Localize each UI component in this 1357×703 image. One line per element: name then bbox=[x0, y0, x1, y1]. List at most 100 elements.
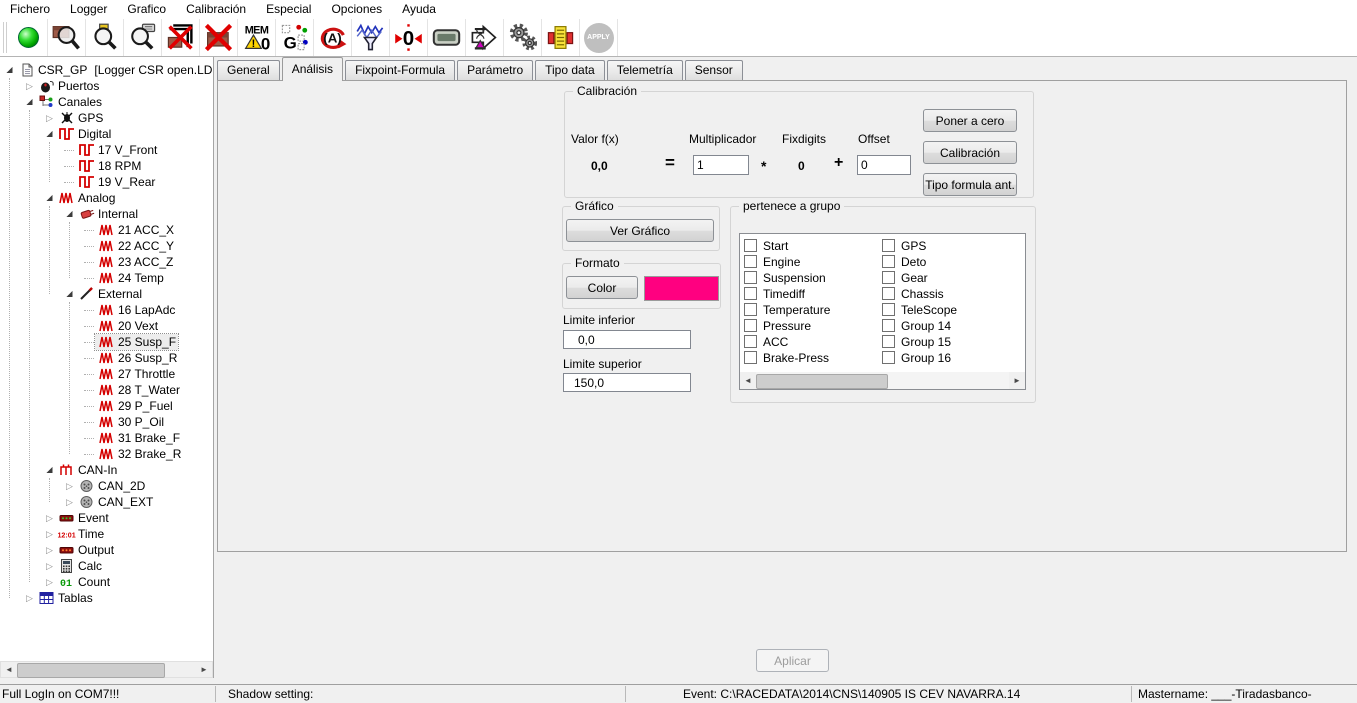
collapsed-arrow-icon[interactable]: ▷ bbox=[64, 478, 75, 494]
delete-logger-windows-icon[interactable] bbox=[162, 19, 200, 56]
tab-sensor[interactable]: Sensor bbox=[685, 60, 743, 80]
tree-row-25-susp-f[interactable]: 25 Susp_F bbox=[0, 334, 212, 350]
tab-fixpoint-formula[interactable]: Fixpoint-Formula bbox=[345, 60, 455, 80]
collapsed-arrow-icon[interactable]: ▷ bbox=[44, 542, 55, 558]
checkbox-engine[interactable] bbox=[744, 255, 757, 268]
tree-row-20-vext[interactable]: 20 Vext bbox=[0, 318, 212, 334]
expanded-arrow-icon[interactable]: ◢ bbox=[64, 286, 75, 302]
tree-item-time[interactable]: 12:01Time bbox=[55, 526, 106, 542]
expanded-arrow-icon[interactable]: ◢ bbox=[44, 126, 55, 142]
expanded-arrow-icon[interactable]: ◢ bbox=[24, 94, 35, 110]
tree-row-31-brake-f[interactable]: 31 Brake_F bbox=[0, 430, 212, 446]
tree-item-29-p-fuel[interactable]: 29 P_Fuel bbox=[95, 398, 175, 414]
tree-row-digital[interactable]: ◢Digital bbox=[0, 126, 212, 142]
measure-wait-icon[interactable] bbox=[466, 19, 504, 56]
tree-row-can-in[interactable]: ◢CAN-In bbox=[0, 462, 212, 478]
tree-item-24-temp[interactable]: 24 Temp bbox=[95, 270, 166, 286]
tree-row-19-v-rear[interactable]: 19 V_Rear bbox=[0, 174, 212, 190]
expanded-arrow-icon[interactable]: ◢ bbox=[44, 190, 55, 206]
calibracion-button[interactable]: Calibración bbox=[923, 141, 1017, 164]
tree-row-time[interactable]: ▷12:01Time bbox=[0, 526, 212, 542]
ver-grafico-button[interactable]: Ver Gráfico bbox=[566, 219, 714, 242]
expanded-arrow-icon[interactable]: ◢ bbox=[44, 462, 55, 478]
checkbox-deto[interactable] bbox=[882, 255, 895, 268]
tree-item-analog[interactable]: Analog bbox=[55, 190, 117, 206]
tree-item-can-in[interactable]: CAN-In bbox=[55, 462, 119, 478]
logger-online-icon[interactable] bbox=[10, 19, 48, 56]
tree-item-event[interactable]: Event bbox=[55, 510, 111, 526]
offset-input[interactable] bbox=[857, 155, 911, 175]
collapsed-arrow-icon[interactable]: ▷ bbox=[44, 510, 55, 526]
checkbox-telescope[interactable] bbox=[882, 303, 895, 316]
tree-row-external[interactable]: ◢External bbox=[0, 286, 212, 302]
tree-row-csr-gp[interactable]: ◢CSR_GP[Logger CSR open.LDD] bbox=[0, 62, 212, 78]
tree-item-27-throttle[interactable]: 27 Throttle bbox=[95, 366, 177, 382]
search-logger-icon[interactable] bbox=[48, 19, 86, 56]
checkbox-gps[interactable] bbox=[882, 239, 895, 252]
tree-row-gps[interactable]: ▷GPS bbox=[0, 110, 212, 126]
scroll-left-arrow-icon[interactable]: ◄ bbox=[740, 372, 756, 389]
color-swatch[interactable] bbox=[644, 276, 719, 301]
tree-row-analog[interactable]: ◢Analog bbox=[0, 190, 212, 206]
tree-item-can-ext[interactable]: CAN_EXT bbox=[75, 494, 155, 510]
tree-row-28-t-water[interactable]: 28 T_Water bbox=[0, 382, 212, 398]
checkbox-gear[interactable] bbox=[882, 271, 895, 284]
menu-opciones[interactable]: Opciones bbox=[321, 0, 392, 19]
tree-row-21-acc-x[interactable]: 21 ACC_X bbox=[0, 222, 212, 238]
tree-item-canales[interactable]: Canales bbox=[35, 94, 104, 110]
tab-parametro[interactable]: Parámetro bbox=[457, 60, 533, 80]
tree-row-22-acc-y[interactable]: 22 ACC_Y bbox=[0, 238, 212, 254]
tree-item-puertos[interactable]: Puertos bbox=[35, 78, 101, 94]
tree-item-26-susp-r[interactable]: 26 Susp_R bbox=[95, 350, 179, 366]
filter-channels-icon[interactable] bbox=[352, 19, 390, 56]
write-flash-icon[interactable] bbox=[542, 19, 580, 56]
checkbox-group-15[interactable] bbox=[882, 335, 895, 348]
checkbox-timediff[interactable] bbox=[744, 287, 757, 300]
tree-scrollbar-thumb[interactable] bbox=[17, 663, 165, 678]
menu-ayuda[interactable]: Ayuda bbox=[392, 0, 446, 19]
collapsed-arrow-icon[interactable]: ▷ bbox=[64, 494, 75, 510]
checkbox-brake-press[interactable] bbox=[744, 351, 757, 364]
tree-row-canales[interactable]: ◢Canales bbox=[0, 94, 212, 110]
tree-item-32-brake-r[interactable]: 32 Brake_R bbox=[95, 446, 183, 462]
tree-item-31-brake-f[interactable]: 31 Brake_F bbox=[95, 430, 182, 446]
collapsed-arrow-icon[interactable]: ▷ bbox=[44, 526, 55, 542]
display-config-icon[interactable] bbox=[428, 19, 466, 56]
tree-item-external[interactable]: External bbox=[75, 286, 144, 302]
tree-row-23-acc-z[interactable]: 23 ACC_Z bbox=[0, 254, 212, 270]
tree-item-can-2d[interactable]: CAN_2D bbox=[75, 478, 147, 494]
checkbox-acc[interactable] bbox=[744, 335, 757, 348]
tree-item-20-vext[interactable]: 20 Vext bbox=[95, 318, 160, 334]
menu-calibracion[interactable]: Calibración bbox=[176, 0, 256, 19]
checkbox-temperature[interactable] bbox=[744, 303, 757, 316]
tree-row-can-2d[interactable]: ▷CAN_2D bbox=[0, 478, 212, 494]
disconnect-logger-icon[interactable] bbox=[200, 19, 238, 56]
collapsed-arrow-icon[interactable]: ▷ bbox=[24, 590, 35, 606]
tree-item-16-lapadc[interactable]: 16 LapAdc bbox=[95, 302, 177, 318]
tree-item-17-v-front[interactable]: 17 V_Front bbox=[75, 142, 159, 158]
checkbox-group-16[interactable] bbox=[882, 351, 895, 364]
menu-grafico[interactable]: Grafico bbox=[117, 0, 176, 19]
zero-sensors-icon[interactable]: 0 bbox=[390, 19, 428, 56]
checkbox-pressure[interactable] bbox=[744, 319, 757, 332]
scroll-right-arrow-icon[interactable]: ► bbox=[196, 662, 212, 677]
checkbox-start[interactable] bbox=[744, 239, 757, 252]
tree-item-calc[interactable]: Calc bbox=[55, 558, 104, 574]
tree-horizontal-scrollbar[interactable]: ◄ ► bbox=[0, 661, 213, 678]
checkbox-chassis[interactable] bbox=[882, 287, 895, 300]
scroll-left-arrow-icon[interactable]: ◄ bbox=[1, 662, 17, 677]
tree-row-count[interactable]: ▷01Count bbox=[0, 574, 212, 590]
tree-row-16-lapadc[interactable]: 16 LapAdc bbox=[0, 302, 212, 318]
tree-row-can-ext[interactable]: ▷CAN_EXT bbox=[0, 494, 212, 510]
collapsed-arrow-icon[interactable]: ▷ bbox=[44, 558, 55, 574]
tab-analisis[interactable]: Análisis bbox=[282, 57, 343, 81]
tree-item-18-rpm[interactable]: 18 RPM bbox=[75, 158, 143, 174]
tree-item-22-acc-y[interactable]: 22 ACC_Y bbox=[95, 238, 176, 254]
aplicar-button[interactable]: Aplicar bbox=[756, 649, 829, 672]
tree-item-csr-gp[interactable]: CSR_GP[Logger CSR open.LDD] bbox=[15, 62, 214, 78]
scroll-right-arrow-icon[interactable]: ► bbox=[1009, 372, 1025, 389]
tree-item-tablas[interactable]: Tablas bbox=[35, 590, 95, 606]
group-scrollbar-thumb[interactable] bbox=[756, 374, 888, 389]
expanded-arrow-icon[interactable]: ◢ bbox=[64, 206, 75, 222]
tree-item-output[interactable]: Output bbox=[55, 542, 116, 558]
